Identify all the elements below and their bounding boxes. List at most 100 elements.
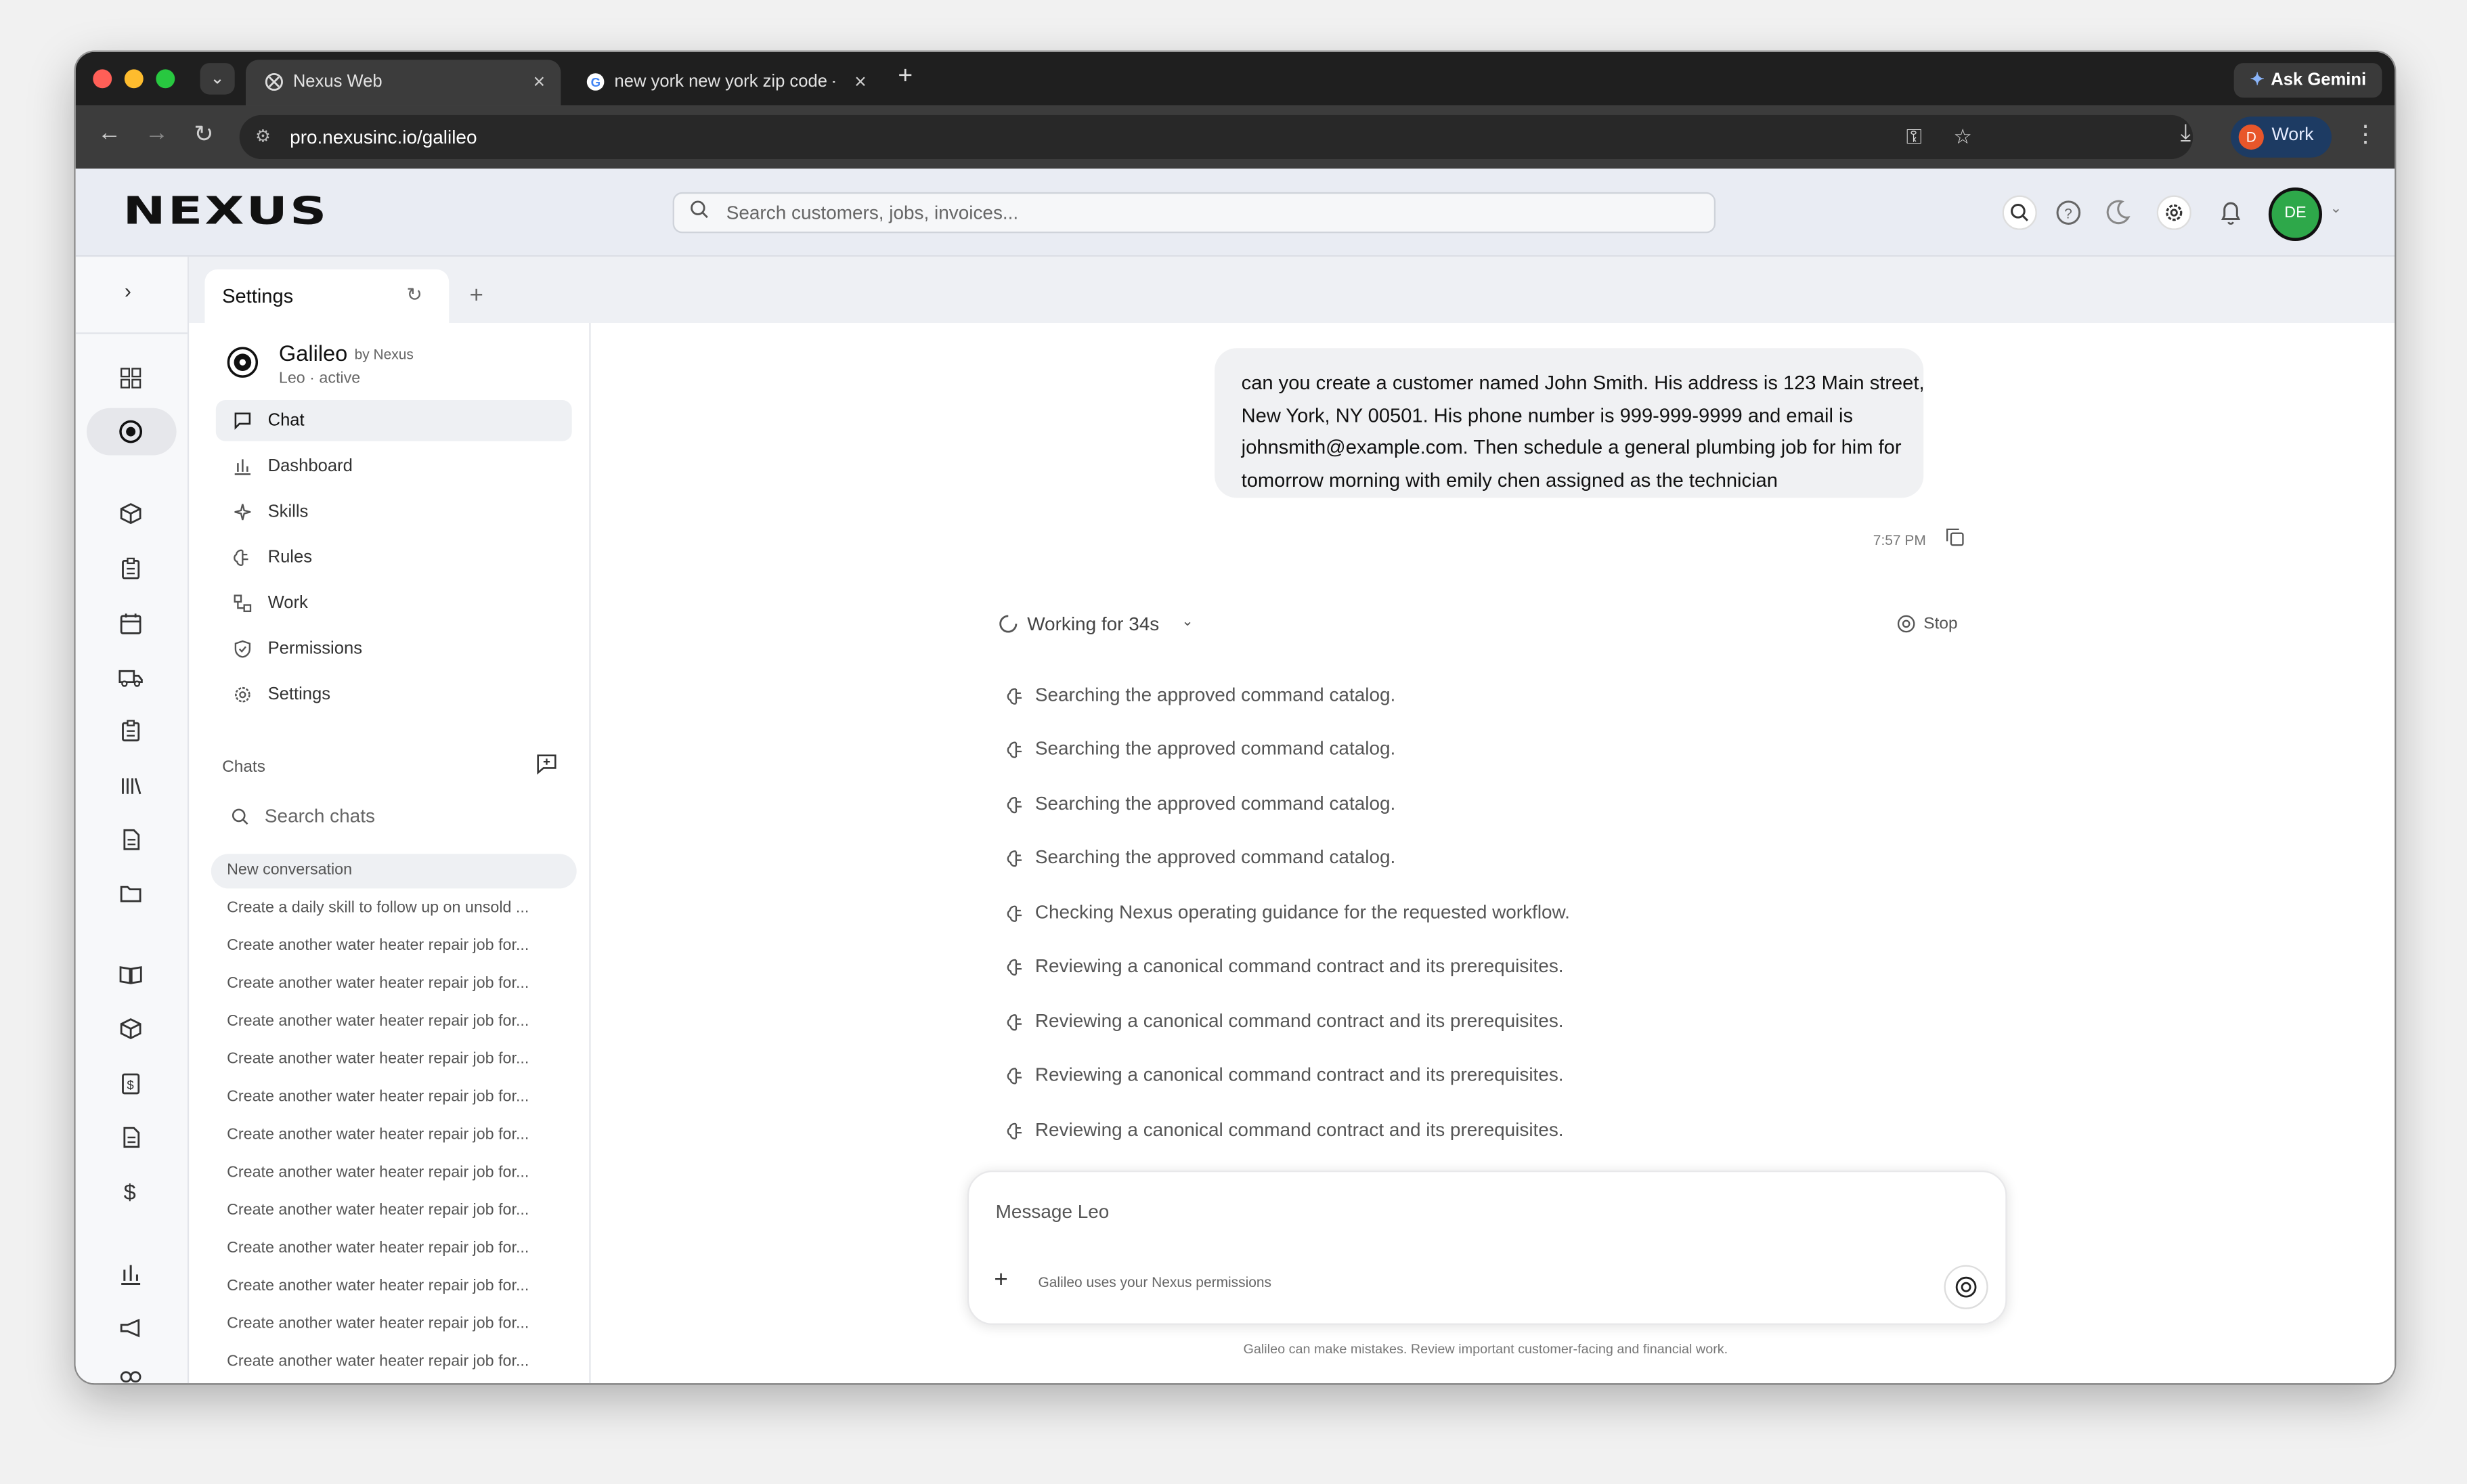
- record-circle-icon: [1955, 1276, 1977, 1298]
- tab-settings-label: Settings: [222, 285, 294, 307]
- package-icon[interactable]: [116, 500, 145, 528]
- chat-list-item[interactable]: Create another water heater repair job f…: [211, 1043, 577, 1077]
- box-icon[interactable]: [116, 1015, 145, 1043]
- tab-title: new york new york zip code -: [614, 72, 835, 91]
- new-chat-icon[interactable]: [536, 753, 558, 775]
- close-tab-icon[interactable]: ×: [854, 69, 867, 93]
- svg-text:$: $: [127, 1078, 134, 1092]
- tab-search-button[interactable]: ⌄: [200, 63, 235, 95]
- global-search-input[interactable]: Search customers, jobs, invoices...: [672, 192, 1716, 234]
- add-tab-button[interactable]: +: [469, 282, 483, 309]
- chat-list-item[interactable]: Create another water heater repair job f…: [211, 1307, 577, 1342]
- chat-list-item[interactable]: Create another water heater repair job f…: [211, 1270, 577, 1305]
- tab-title: Nexus Web: [292, 72, 383, 91]
- spinner-icon: [999, 615, 1018, 633]
- profile-label: Work: [2271, 126, 2314, 146]
- new-tab-button[interactable]: +: [898, 63, 913, 91]
- galileo-nav-permissions[interactable]: Permissions: [216, 628, 572, 670]
- book-icon[interactable]: [116, 961, 145, 989]
- calendar-icon[interactable]: [116, 610, 145, 638]
- chat-list-item[interactable]: New conversation: [211, 854, 577, 889]
- profile-avatar: D: [2238, 124, 2264, 150]
- chat-list-item[interactable]: Create another water heater repair job f…: [211, 1005, 577, 1040]
- galileo-icon[interactable]: [116, 418, 145, 446]
- maximize-window-button[interactable]: [156, 69, 175, 89]
- galileo-nav-work[interactable]: Work: [216, 583, 572, 624]
- chat-list-item[interactable]: Create another water heater repair job f…: [211, 1156, 577, 1191]
- search-icon: [691, 200, 708, 219]
- browser-tab-google[interactable]: G new york new york zip code - ×: [567, 60, 882, 105]
- galileo-nav-dashboard[interactable]: Dashboard: [216, 446, 572, 487]
- galileo-nav-skills[interactable]: Skills: [216, 492, 572, 533]
- integrations-icon[interactable]: [116, 1363, 145, 1383]
- truck-icon[interactable]: [116, 663, 145, 692]
- chat-list-item[interactable]: Create another water heater repair job f…: [211, 967, 577, 1002]
- forward-arrow-icon[interactable]: →: [145, 120, 169, 147]
- gear-icon: [235, 686, 250, 703]
- refresh-icon[interactable]: ↻: [406, 284, 422, 306]
- chat-list-item[interactable]: Create another water heater repair job f…: [211, 1232, 577, 1267]
- nexus-logo[interactable]: NEXUS: [123, 189, 329, 233]
- user-avatar[interactable]: DE: [2268, 187, 2322, 242]
- attach-plus-icon[interactable]: +: [994, 1267, 1007, 1294]
- dashboard-grid-icon[interactable]: [116, 364, 145, 393]
- password-key-icon[interactable]: ⚿: [1906, 125, 1922, 150]
- galileo-nav-chat[interactable]: Chat: [215, 400, 572, 441]
- browser-menu-icon[interactable]: ⋮: [2354, 120, 2378, 148]
- file-text-icon[interactable]: [116, 1123, 145, 1152]
- activity-step: Searching the approved command catalog.: [1007, 682, 1952, 711]
- library-icon[interactable]: [116, 772, 145, 800]
- help-icon[interactable]: ?: [2051, 196, 2086, 230]
- minimize-window-button[interactable]: [124, 69, 144, 89]
- dark-mode-moon-icon[interactable]: [2100, 196, 2135, 230]
- message-input[interactable]: Message Leo: [996, 1200, 1110, 1223]
- close-window-button[interactable]: [93, 69, 112, 89]
- folder-icon[interactable]: [116, 879, 145, 907]
- copy-icon[interactable]: [1946, 528, 1965, 547]
- reload-icon[interactable]: ↻: [194, 120, 213, 148]
- dollar-icon[interactable]: $: [116, 1177, 145, 1205]
- bar-chart-icon: [234, 459, 250, 475]
- chat-list-item[interactable]: Create another water heater repair job f…: [211, 1081, 577, 1115]
- clipboard-icon[interactable]: [116, 554, 145, 583]
- invoice-dollar-icon[interactable]: $: [116, 1070, 145, 1098]
- download-icon[interactable]: ⤓: [2181, 120, 2191, 147]
- expand-chevron-icon[interactable]: ›: [125, 279, 131, 303]
- reports-bar-chart-icon[interactable]: [116, 1261, 145, 1289]
- activity-step: Reviewing a canonical command contract a…: [1007, 953, 1952, 982]
- search-chats-input[interactable]: Search chats: [232, 805, 546, 830]
- clipboard-list-icon[interactable]: [116, 717, 145, 745]
- back-arrow-icon[interactable]: ←: [97, 120, 121, 147]
- notifications-bell-icon[interactable]: [2213, 196, 2248, 230]
- search-icon[interactable]: [2002, 195, 2037, 230]
- browser-tab-nexus[interactable]: Nexus Web ×: [246, 60, 561, 106]
- bookmark-star-icon[interactable]: ☆: [1953, 125, 1971, 150]
- document-icon[interactable]: [116, 825, 145, 854]
- galileo-nav-settings[interactable]: Settings: [216, 674, 572, 716]
- chat-list-item[interactable]: Create another water heater repair job f…: [211, 1194, 577, 1229]
- nexus-app: NEXUS Search customers, jobs, invoices..…: [75, 168, 2395, 1384]
- voice-input-button[interactable]: [1944, 1265, 1988, 1309]
- shield-icon: [234, 640, 250, 658]
- address-bar[interactable]: ⚙ pro.nexusinc.io/galileo ⚿ ☆: [239, 114, 2193, 160]
- brain-icon: [234, 549, 248, 566]
- chats-section-label: Chats: [222, 758, 265, 777]
- activity-step: Reviewing a canonical command contract a…: [1007, 1117, 1952, 1145]
- close-tab-icon[interactable]: ×: [533, 69, 545, 93]
- galileo-nav-rules[interactable]: Rules: [216, 538, 572, 579]
- brain-icon: [1007, 1014, 1022, 1031]
- ask-gemini-button[interactable]: ✦ Ask Gemini: [2234, 63, 2382, 98]
- chat-list-item[interactable]: Create a daily skill to follow up on uns…: [211, 892, 577, 926]
- profile-button[interactable]: D Work: [2231, 116, 2332, 158]
- brain-icon: [1007, 850, 1022, 867]
- workspace-tabs-bar: Settings ↻ +: [189, 257, 2395, 324]
- megaphone-icon[interactable]: [116, 1314, 145, 1343]
- chat-list-item[interactable]: Create another water heater repair job f…: [211, 1118, 577, 1153]
- chat-list-item[interactable]: Create another water heater repair job f…: [211, 930, 577, 964]
- chevron-down-icon[interactable]: ⌄: [2330, 200, 2342, 218]
- chat-list-item[interactable]: Create another water heater repair job f…: [211, 1345, 577, 1380]
- activity-step: Searching the approved command catalog.: [1007, 844, 1952, 873]
- settings-gear-icon[interactable]: [2156, 195, 2191, 230]
- tab-settings[interactable]: Settings ↻: [204, 269, 450, 324]
- site-info-icon[interactable]: ⚙: [255, 126, 271, 146]
